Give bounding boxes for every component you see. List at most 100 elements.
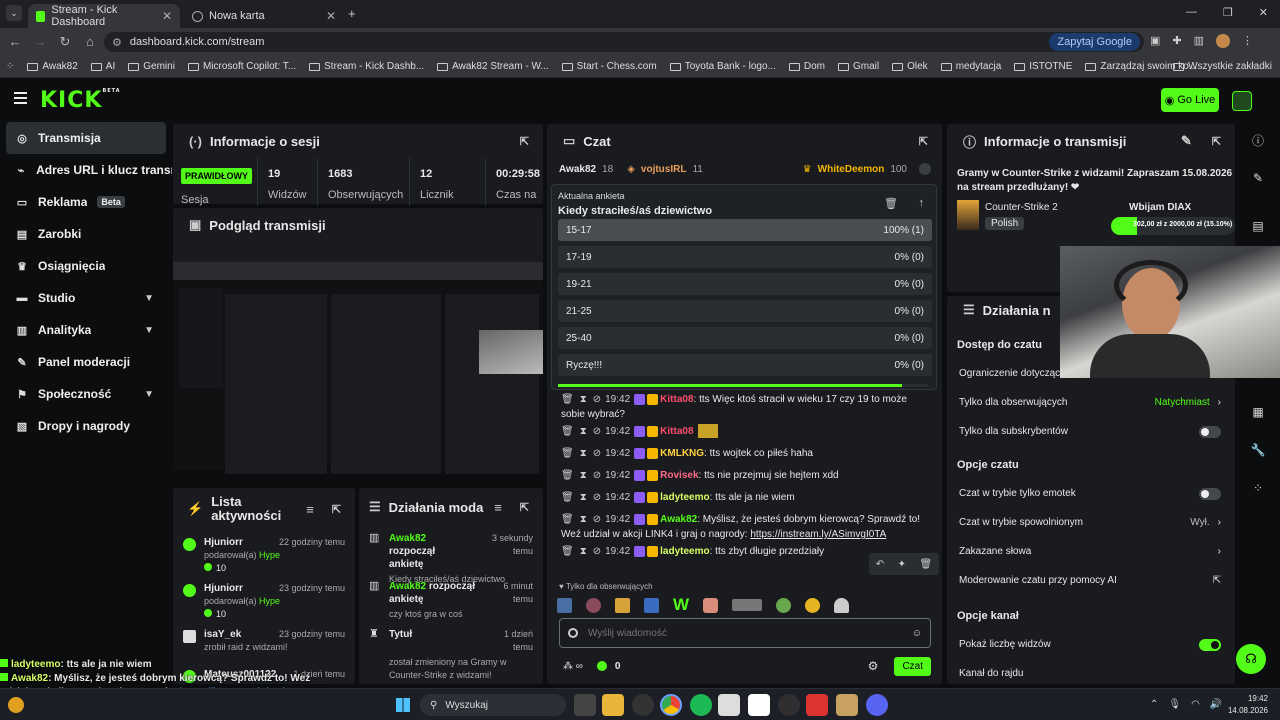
top-user-name[interactable]: vojtusIRL (641, 164, 687, 175)
reply-icon[interactable]: ↶ (876, 559, 884, 570)
address-bar[interactable]: ⚙ dashboard.kick.com/stream Zapytaj Goog… (104, 32, 1144, 52)
chat-message[interactable]: 🗑 ⧗ ⊘ 19:42 Rovisek: tts nie przejmuj sie he… (557, 468, 937, 486)
sidebar-item-2[interactable]: ⌁ Adres URL i klucz transmisji (0, 154, 172, 186)
ask-google-button[interactable]: Zapytaj Google (1049, 33, 1140, 51)
taskbar-search[interactable]: ⚲ Wyszukaj (420, 694, 566, 716)
message-user[interactable]: ladyteemo (660, 492, 709, 503)
bookmark-item[interactable]: Awak82 (27, 61, 78, 72)
ban-icon[interactable]: ⊘ (593, 448, 601, 459)
setting-row[interactable]: Kanał do rajdu (947, 659, 1235, 684)
poll-option[interactable]: 25-40 0% (0) (558, 327, 932, 349)
bookmark-item[interactable]: Start - Chess.com (561, 61, 657, 72)
activity-item[interactable]: Hjuniorr 22 godziny temu podarował(a) Hype… (173, 530, 355, 576)
chat-message[interactable]: 🗑 ⧗ ⊘ 19:42 ladyteemo: tts ale ja nie wiem (557, 490, 937, 508)
start-icon[interactable] (396, 698, 410, 712)
top-user-name[interactable]: WhiteDeemon (818, 164, 885, 175)
go-live-button[interactable]: ◉ Go Live (1161, 88, 1219, 112)
setting-row[interactable]: Tylko dla subskrybentów (947, 417, 1235, 446)
collapse-poll-icon[interactable]: ↑ (919, 197, 925, 209)
bookmark-item[interactable]: Awak82 Stream - W... (437, 61, 549, 72)
chat-message[interactable]: 🗑 ⧗ ⊘ 19:42 Awak82: Myślisz, że jesteś dobry… (557, 512, 937, 542)
sidebar-item-4[interactable]: ▤ Zarobki (0, 218, 172, 250)
sidebar-item-10[interactable]: ▧ Dropy i nagrody (0, 410, 172, 442)
emote-w-icon[interactable]: W (673, 595, 689, 615)
extension-icon[interactable]: ▣ (1150, 34, 1160, 48)
popout-icon[interactable]: ⇱ (919, 135, 928, 148)
setting-row[interactable]: Czat w trybie tylko emotek (947, 479, 1235, 508)
chat-input[interactable]: ☺ (559, 618, 931, 648)
edit-icon[interactable]: ✎ (1181, 133, 1192, 149)
mic-icon[interactable]: 🎙 (1168, 699, 1181, 710)
emote-icon[interactable] (776, 597, 792, 613)
activity-item[interactable]: Hjuniorr 23 godziny temu podarował(a) Hype… (173, 576, 355, 622)
info-rail-icon[interactable]: ⓘ (1244, 126, 1272, 154)
chat-message-field[interactable] (588, 627, 902, 639)
points-icon[interactable]: ⁂ ∞ (563, 661, 583, 672)
message-user[interactable]: Kitta08 (660, 426, 693, 437)
emote-icon[interactable] (615, 597, 630, 613)
popout-icon[interactable]: ⇱ (332, 503, 341, 516)
maximize-icon[interactable]: ❐ (1223, 6, 1233, 19)
setting-row[interactable]: Moderowanie czatu przy pomocy AI ⇱ (947, 566, 1235, 595)
app-icon[interactable] (806, 694, 828, 716)
delete-icon[interactable]: 🗑 (561, 514, 574, 525)
timeout-icon[interactable]: ⧗ (580, 470, 587, 481)
sidebar-item-3[interactable]: ▭ Reklama Beta (0, 186, 172, 218)
emote-icon[interactable] (834, 597, 850, 613)
popout-icon[interactable]: ⇱ (520, 135, 529, 148)
message-user[interactable]: KMLKNG (660, 448, 704, 459)
delete-icon[interactable]: 🗑 (561, 492, 574, 503)
emoji-picker-icon[interactable]: ☺ (912, 628, 922, 639)
bookmark-item[interactable]: Olek (892, 61, 928, 72)
chat-settings-icon[interactable]: ⚙ (868, 659, 879, 673)
preview-video[interactable] (173, 262, 543, 474)
hamburger-icon[interactable] (14, 92, 27, 104)
network-icon[interactable]: ◠ (1191, 699, 1200, 710)
timeout-icon[interactable]: ⧗ (580, 394, 587, 405)
kick-logo[interactable]: KICKBETA (40, 88, 121, 113)
emote-icon[interactable] (703, 597, 719, 613)
home-icon[interactable]: ⌂ (79, 34, 101, 50)
sidepanel-icon[interactable]: ▥ (1194, 34, 1204, 48)
chat-message[interactable]: 🗑 ⧗ ⊘ 19:42 Kitta08: tts Więc ktoś stracił w… (557, 392, 937, 422)
poll-option[interactable]: 21-25 0% (0) (558, 300, 932, 322)
sidebar-item-1[interactable]: ◎ Transmisja (6, 122, 166, 154)
close-window-icon[interactable]: ✕ (1259, 6, 1268, 19)
bookmark-item[interactable]: Stream - Kick Dashb... (309, 61, 424, 72)
mod-action-item[interactable]: ♜ Tytuł 1 dzień temu został zmieniony na Gr… (359, 622, 543, 684)
bookmark-item[interactable]: Dom (788, 61, 825, 72)
mod-action-item[interactable]: ▥ Awak82 rozpoczął ankietę 3 sekundy temu K… (359, 526, 543, 584)
app-icon[interactable] (632, 694, 654, 716)
activity-item[interactable]: isaY_ek 23 godziny temu zrobił raid z widz… (173, 622, 355, 662)
ban-icon[interactable]: ⊘ (593, 394, 601, 405)
file-explorer-icon[interactable] (602, 694, 624, 716)
bookmark-item[interactable]: Gemini (128, 61, 175, 72)
timeout-icon[interactable]: ⧗ (580, 514, 587, 525)
sidebar-item-8[interactable]: ✎ Panel moderacji (0, 346, 172, 378)
activity-user[interactable]: Hjuniorr (204, 582, 243, 595)
message-user[interactable]: ladyteemo (660, 546, 709, 557)
delete-icon[interactable]: 🗑 (920, 559, 933, 570)
filter-icon[interactable]: ≡ (306, 502, 314, 517)
popout-icon[interactable]: ⇱ (1212, 135, 1221, 148)
bookmark-item[interactable]: medytacja (940, 61, 1001, 72)
apps-grid-icon[interactable]: ⁘ (6, 61, 14, 72)
new-tab-button[interactable]: + (348, 6, 356, 21)
emote-icon[interactable] (732, 599, 763, 611)
ban-icon[interactable]: ⊘ (593, 492, 601, 503)
tab-new-tab[interactable]: Nowa karta ✕ (184, 4, 344, 28)
tab-kick-dashboard[interactable]: Stream - Kick Dashboard ✕ (28, 4, 180, 28)
vault-rail-icon[interactable]: ▦ (1244, 398, 1272, 426)
activity-user[interactable]: isaY_ek (204, 628, 241, 641)
toggle-switch[interactable] (1199, 638, 1221, 651)
app-icon[interactable] (748, 694, 770, 716)
bookmark-item[interactable]: ISTOTNE (1014, 61, 1072, 72)
chevron-down-icon[interactable]: ▼ (144, 389, 154, 400)
chevron-down-icon[interactable]: ▼ (144, 325, 154, 336)
site-info-icon[interactable]: ⚙ (112, 36, 122, 49)
ban-icon[interactable]: ⊘ (593, 426, 601, 437)
message-user[interactable]: Kitta08 (660, 394, 693, 405)
mod-action-user[interactable]: Tytuł (389, 629, 412, 640)
bookmark-item[interactable]: Toyota Bank - logo... (669, 61, 776, 72)
setting-row[interactable]: Czat w trybie spowolnionym Wył. › (947, 508, 1235, 537)
